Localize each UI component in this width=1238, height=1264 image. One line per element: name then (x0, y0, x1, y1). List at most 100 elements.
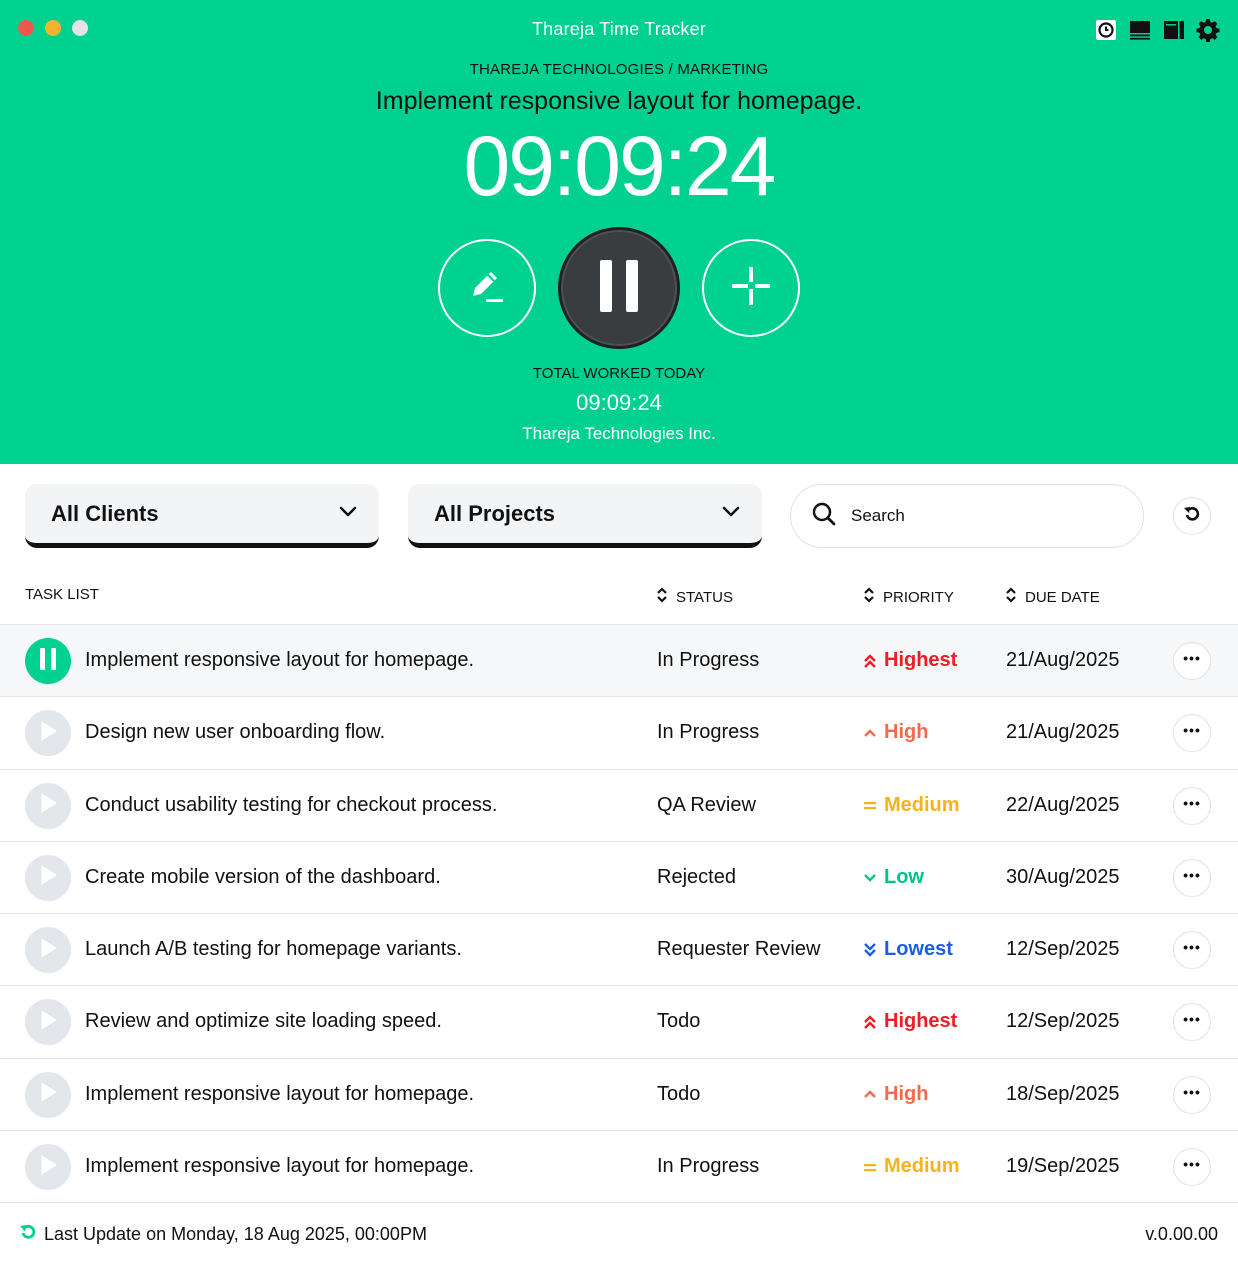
task-name: Conduct usability testing for checkout p… (85, 793, 498, 816)
status-header-label: STATUS (676, 588, 733, 606)
total-worked-label: TOTAL WORKED TODAY (532, 365, 706, 382)
task-priority-label: Highest (884, 649, 958, 671)
status-column-header[interactable]: STATUS (656, 586, 733, 608)
task-priority-label: Lowest (884, 938, 953, 961)
task-due-date: 12/Sep/2025 (1006, 938, 1120, 961)
gear-icon[interactable] (1196, 18, 1220, 42)
table-row[interactable]: Launch A/B testing for homepage variants… (0, 914, 1238, 987)
more-icon: ••• (1183, 866, 1201, 883)
pause-task-button[interactable] (25, 638, 71, 684)
search-box (790, 484, 1144, 548)
play-icon (38, 1154, 58, 1181)
more-icon: ••• (1183, 722, 1201, 739)
play-icon (38, 792, 58, 819)
plus-icon (730, 265, 772, 312)
pause-icon (39, 647, 57, 676)
search-input[interactable] (851, 506, 1121, 526)
breadcrumb: THAREJA TECHNOLOGIES / MARKETING (469, 61, 769, 78)
start-task-button[interactable] (25, 999, 71, 1046)
task-priority: Medium (862, 1155, 960, 1178)
timer-controls (0, 227, 1238, 349)
task-table-header: TASK LIST STATUS PRIORITY DUE DATE (0, 586, 1238, 610)
task-priority: Low (862, 866, 924, 889)
search-icon (811, 501, 837, 532)
pause-button[interactable] (558, 227, 680, 349)
projects-dropdown[interactable]: All Projects (408, 484, 762, 548)
table-row[interactable]: Implement responsive layout for homepage… (0, 1131, 1238, 1204)
table-row[interactable]: Design new user onboarding flow. In Prog… (0, 697, 1238, 770)
task-status: In Progress (657, 721, 760, 744)
highest-priority-icon (862, 1014, 878, 1030)
table-row[interactable]: Review and optimize site loading speed. … (0, 986, 1238, 1059)
compact-view-icon[interactable] (1128, 18, 1152, 42)
highest-priority-icon (862, 653, 878, 669)
table-row[interactable]: Conduct usability testing for checkout p… (0, 770, 1238, 842)
table-row[interactable]: Implement responsive layout for homepage… (0, 1059, 1238, 1132)
sort-icon (863, 586, 875, 608)
more-icon: ••• (1183, 650, 1201, 666)
due-date-header-label: DUE DATE (1025, 588, 1100, 606)
edit-entry-button[interactable] (438, 239, 536, 337)
last-update-text: Last Update on Monday, 18 Aug 2025, 00:0… (44, 1224, 427, 1244)
more-options-button[interactable]: ••• (1173, 1148, 1211, 1187)
task-status: Todo (657, 1010, 701, 1033)
clients-dropdown-label: All Clients (51, 500, 159, 526)
table-row[interactable]: Implement responsive layout for homepage… (0, 625, 1238, 698)
pause-icon (597, 258, 641, 319)
task-due-date: 21/Aug/2025 (1006, 649, 1120, 671)
company-name: Thareja Technologies Inc. (522, 424, 716, 443)
high-priority-icon (862, 725, 878, 741)
task-due-date: 18/Sep/2025 (1006, 1082, 1120, 1105)
start-task-button[interactable] (25, 1071, 71, 1118)
more-options-button[interactable]: ••• (1173, 714, 1211, 753)
task-priority: Medium (862, 794, 960, 817)
more-options-button[interactable]: ••• (1173, 642, 1211, 680)
play-icon (38, 720, 58, 747)
more-options-button[interactable]: ••• (1173, 1075, 1211, 1114)
priority-column-header[interactable]: PRIORITY (863, 586, 954, 608)
task-priority-label: Medium (884, 793, 960, 816)
current-task-title: Implement responsive layout for homepage… (375, 87, 863, 115)
sort-icon (1005, 586, 1017, 608)
clients-dropdown[interactable]: All Clients (25, 484, 379, 548)
task-status: QA Review (657, 793, 756, 816)
more-options-button[interactable]: ••• (1173, 786, 1211, 825)
play-icon (38, 864, 58, 891)
play-icon (38, 1081, 58, 1108)
task-name: Launch A/B testing for homepage variants… (85, 938, 462, 961)
clock-icon[interactable] (1094, 18, 1118, 42)
task-name: Implement responsive layout for homepage… (85, 649, 475, 671)
more-options-button[interactable]: ••• (1173, 858, 1211, 897)
more-options-button[interactable]: ••• (1173, 1003, 1211, 1042)
more-icon: ••• (1183, 1011, 1201, 1028)
task-due-date: 12/Sep/2025 (1006, 1010, 1120, 1033)
priority-header-label: PRIORITY (883, 588, 954, 606)
start-task-button[interactable] (25, 927, 71, 974)
start-task-button[interactable] (25, 782, 71, 829)
start-task-button[interactable] (25, 1144, 71, 1191)
task-priority: High (862, 1083, 928, 1106)
add-time-button[interactable] (702, 239, 800, 337)
task-due-date: 30/Aug/2025 (1006, 865, 1120, 888)
due-date-column-header[interactable]: DUE DATE (1005, 586, 1100, 608)
task-name: Implement responsive layout for homepage… (85, 1155, 475, 1178)
refresh-button[interactable] (1173, 497, 1211, 535)
more-options-button[interactable]: ••• (1173, 931, 1211, 970)
more-icon: ••• (1183, 1083, 1201, 1100)
task-due-date: 22/Aug/2025 (1006, 793, 1120, 816)
task-name: Review and optimize site loading speed. (85, 1010, 442, 1033)
lowest-priority-icon (862, 942, 878, 958)
task-list-header: TASK LIST (25, 586, 99, 603)
task-due-date: 21/Aug/2025 (1006, 721, 1120, 744)
table-row[interactable]: Create mobile version of the dashboard. … (0, 842, 1238, 915)
sync-icon (18, 1222, 38, 1247)
sidebar-view-icon[interactable] (1162, 18, 1186, 42)
task-priority: Highest (862, 649, 957, 672)
start-task-button[interactable] (25, 854, 71, 901)
task-status: Requester Review (657, 938, 821, 961)
start-task-button[interactable] (25, 710, 71, 757)
task-name: Design new user onboarding flow. (85, 721, 386, 744)
task-priority-label: Medium (884, 1155, 960, 1178)
refresh-icon (1182, 504, 1202, 529)
play-icon (38, 937, 58, 964)
